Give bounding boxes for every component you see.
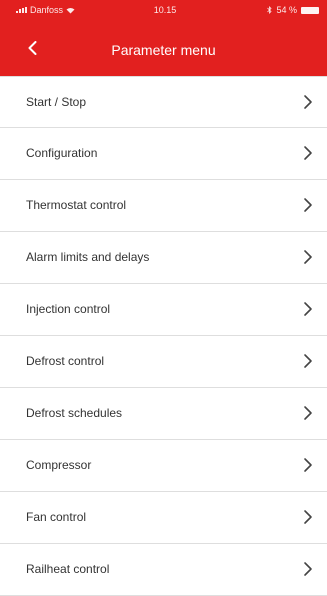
chevron-right-icon	[304, 146, 312, 160]
battery-percentage: 54 %	[276, 5, 297, 15]
menu-item-label: Railheat control	[26, 562, 110, 576]
wifi-icon	[66, 7, 75, 13]
chevron-right-icon	[304, 354, 312, 368]
clock-time: 10.15	[153, 5, 177, 15]
chevron-right-icon	[304, 302, 312, 316]
menu-item-thermostat-control[interactable]: Thermostat control	[0, 180, 327, 232]
menu-item-configuration[interactable]: Configuration	[0, 128, 327, 180]
menu-item-label: Defrost control	[26, 354, 105, 368]
battery-indicator: 54 %	[267, 5, 319, 15]
chevron-right-icon	[304, 458, 312, 472]
menu-item-label: Compressor	[26, 458, 92, 472]
menu-item-start-stop[interactable]: Start / Stop	[0, 76, 327, 128]
chevron-right-icon	[304, 406, 312, 420]
page-title: Parameter menu	[111, 42, 216, 58]
menu-item-label: Start / Stop	[26, 95, 87, 109]
menu-item-fan-control[interactable]: Fan control	[0, 492, 327, 544]
carrier-name: Danfoss	[30, 5, 64, 15]
battery-icon	[301, 6, 319, 14]
carrier-indicator: Danfoss	[16, 5, 75, 15]
chevron-right-icon	[304, 95, 312, 109]
chevron-right-icon	[304, 510, 312, 524]
chevron-right-icon	[304, 198, 312, 212]
menu-item-label: Configuration	[26, 146, 98, 160]
bluetooth-icon	[267, 6, 273, 14]
app-header: Danfoss 10.15 54 % Parameter menu	[0, 0, 327, 76]
menu-item-label: Defrost schedules	[26, 406, 123, 420]
menu-item-defrost-schedules[interactable]: Defrost schedules	[0, 388, 327, 440]
chevron-right-icon	[304, 250, 312, 264]
menu-item-railheat-control[interactable]: Railheat control	[0, 544, 327, 596]
chevron-right-icon	[304, 562, 312, 576]
signal-strength-icon	[16, 7, 27, 13]
status-bar: Danfoss 10.15 54 %	[0, 0, 327, 20]
parameter-menu-list: Start / Stop Configuration Thermostat co…	[0, 76, 327, 596]
menu-item-compressor[interactable]: Compressor	[0, 440, 327, 492]
menu-item-label: Fan control	[26, 510, 87, 524]
menu-item-label: Injection control	[26, 302, 111, 316]
menu-item-alarm-limits-and-delays[interactable]: Alarm limits and delays	[0, 232, 327, 284]
menu-item-defrost-control[interactable]: Defrost control	[0, 336, 327, 388]
menu-item-injection-control[interactable]: Injection control	[0, 284, 327, 336]
menu-item-label: Thermostat control	[26, 198, 127, 212]
menu-item-label: Alarm limits and delays	[26, 250, 150, 264]
